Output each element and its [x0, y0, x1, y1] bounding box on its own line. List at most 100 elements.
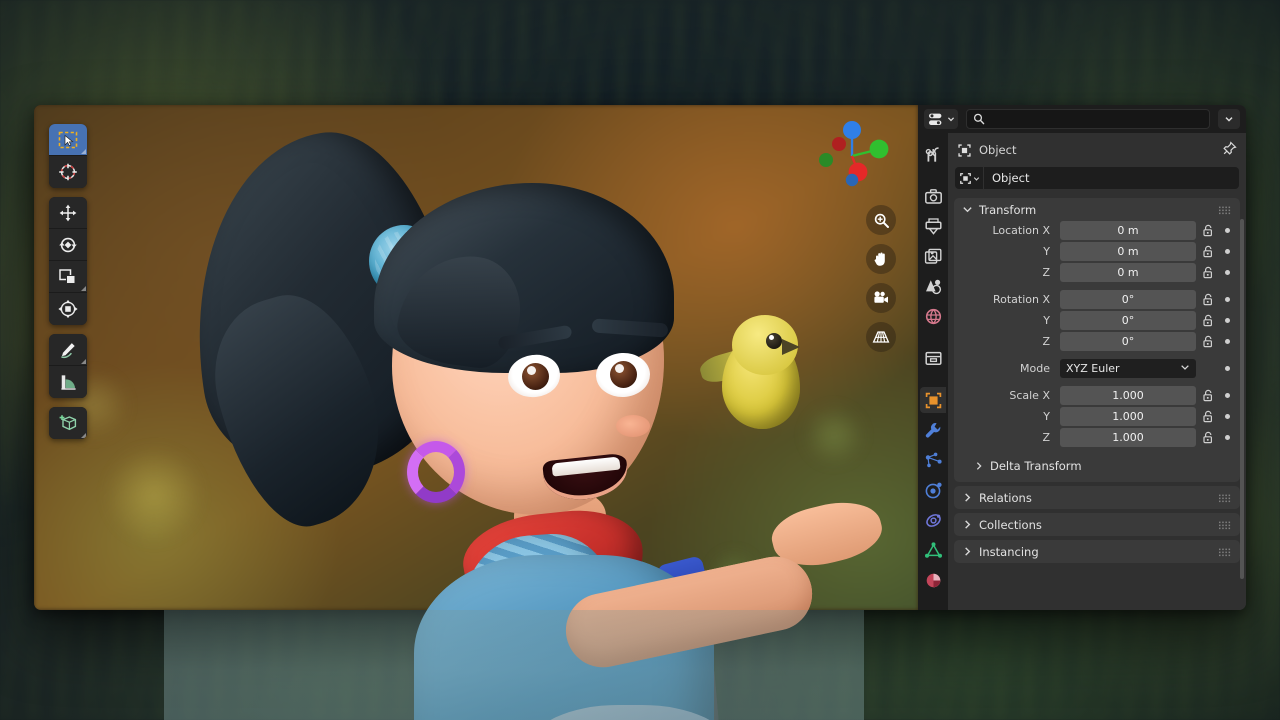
animate-location-y-button[interactable]	[1220, 249, 1234, 254]
lock-rotation-z-button[interactable]	[1200, 335, 1216, 348]
animate-location-z-button[interactable]	[1220, 270, 1234, 275]
animate-scale-x-button[interactable]	[1220, 393, 1234, 398]
scale-z-field[interactable]: 1.000	[1060, 428, 1196, 447]
panel-drag-grip[interactable]	[1219, 200, 1232, 219]
animate-rotation-z-button[interactable]	[1220, 339, 1234, 344]
pin-icon	[1223, 140, 1237, 155]
row-label: Mode	[1020, 362, 1050, 375]
animate-scale-y-button[interactable]	[1220, 414, 1234, 419]
animate-rotation-y-button[interactable]	[1220, 318, 1234, 323]
panel-relations-header[interactable]: Relations	[954, 486, 1240, 509]
tab-output[interactable]	[920, 213, 946, 239]
location-z-field[interactable]: 0 m	[1060, 263, 1196, 282]
tab-particles[interactable]	[920, 447, 946, 473]
annotate-tool[interactable]	[49, 334, 87, 366]
tab-tool[interactable]	[920, 141, 946, 167]
lock-location-x-button[interactable]	[1200, 224, 1216, 237]
grip-dots-icon	[1219, 494, 1231, 503]
tab-modifiers[interactable]	[920, 417, 946, 443]
pan-view-button[interactable]	[866, 244, 896, 274]
panel-drag-grip[interactable]	[1219, 515, 1232, 534]
row-location-x: Location X 0 m	[960, 221, 1234, 240]
tab-object-data[interactable]	[920, 537, 946, 563]
add-cube-tool[interactable]	[49, 407, 87, 439]
panel-instancing-header[interactable]: Instancing	[954, 540, 1240, 563]
panel-title: Transform	[979, 202, 1037, 217]
panel-transform-header[interactable]: Transform	[954, 198, 1240, 221]
rotation-z-field[interactable]: 0°	[1060, 332, 1196, 351]
filter-options-button[interactable]	[1218, 109, 1240, 129]
cursor-tool[interactable]	[49, 156, 87, 188]
grip-dots-icon	[1219, 206, 1231, 215]
tab-collection[interactable]	[920, 345, 946, 371]
tab-material[interactable]	[920, 567, 946, 593]
row-label: Scale X	[1009, 389, 1050, 402]
measure-tool[interactable]	[49, 366, 87, 398]
search-input[interactable]	[990, 112, 1203, 126]
lock-rotation-y-button[interactable]	[1200, 314, 1216, 327]
move-tool[interactable]	[49, 197, 87, 229]
gizmo-ball-y-pos	[869, 139, 889, 159]
unlocked-padlock-icon	[1203, 224, 1213, 237]
lock-scale-z-button[interactable]	[1200, 431, 1216, 444]
panel-collections-header[interactable]: Collections	[954, 513, 1240, 536]
location-x-field[interactable]: 0 m	[1060, 221, 1196, 240]
gizmo-ball-z-pos	[843, 121, 861, 139]
rendered-character	[164, 105, 888, 610]
tab-view-layer[interactable]	[920, 243, 946, 269]
animate-rotation-mode-button[interactable]	[1220, 366, 1234, 371]
panel-drag-grip[interactable]	[1219, 488, 1232, 507]
properties-scrollbar[interactable]	[1240, 219, 1244, 579]
navigation-gizmo[interactable]	[813, 117, 891, 195]
scale-y-field[interactable]: 1.000	[1060, 407, 1196, 426]
row-label: Rotation X	[992, 293, 1050, 306]
animate-rotation-x-button[interactable]	[1220, 297, 1234, 302]
camera-view-button[interactable]	[866, 283, 896, 313]
rotation-y-field[interactable]: 0°	[1060, 311, 1196, 330]
pin-button[interactable]	[1222, 140, 1237, 160]
object-name-field[interactable]: Object	[984, 167, 1239, 189]
tool-wrench-screwdriver-icon	[925, 146, 939, 162]
lock-scale-y-button[interactable]	[1200, 410, 1216, 423]
animate-location-x-button[interactable]	[1220, 228, 1234, 233]
tab-object-constraints[interactable]	[920, 507, 946, 533]
subpanel-delta-transform-header[interactable]: Delta Transform	[954, 455, 1240, 476]
tool-group-add	[49, 407, 87, 439]
tweak-select-box-tool[interactable]	[49, 124, 87, 156]
tab-world[interactable]	[920, 303, 946, 329]
object-id-type-button[interactable]	[955, 167, 983, 189]
cursor-3d-icon	[59, 163, 77, 181]
search-field[interactable]	[966, 109, 1210, 129]
chevron-right-icon	[965, 520, 971, 529]
rotate-tool[interactable]	[49, 229, 87, 261]
editor-type-button[interactable]	[924, 109, 958, 129]
chevron-down-icon	[1180, 362, 1190, 375]
row-label: Y	[1043, 245, 1050, 258]
animate-scale-z-button[interactable]	[1220, 435, 1234, 440]
scale-tool[interactable]	[49, 261, 87, 293]
lock-location-z-button[interactable]	[1200, 266, 1216, 279]
chevron-down-icon	[973, 176, 979, 181]
rotation-mode-dropdown[interactable]: XYZ Euler	[1060, 359, 1196, 378]
lock-location-y-button[interactable]	[1200, 245, 1216, 258]
lock-rotation-x-button[interactable]	[1200, 293, 1216, 306]
row-rotation-x: Rotation X 0°	[960, 290, 1234, 309]
measure-ruler-icon	[61, 374, 76, 390]
tab-scene[interactable]	[920, 273, 946, 299]
lock-scale-x-button[interactable]	[1200, 389, 1216, 402]
tab-object[interactable]	[920, 387, 946, 413]
3d-viewport[interactable]	[34, 105, 918, 610]
row-label: Z	[1042, 431, 1050, 444]
scale-x-field[interactable]: 1.000	[1060, 386, 1196, 405]
transform-tool[interactable]	[49, 293, 87, 325]
zoom-view-button[interactable]	[866, 205, 896, 235]
toggle-perspective-button[interactable]	[866, 322, 896, 352]
location-y-field[interactable]: 0 m	[1060, 242, 1196, 261]
tab-physics[interactable]	[920, 477, 946, 503]
transform-icon	[58, 299, 78, 319]
panel-drag-grip[interactable]	[1219, 542, 1232, 561]
unlocked-padlock-icon	[1203, 410, 1213, 423]
rotation-x-field[interactable]: 0°	[1060, 290, 1196, 309]
gizmo-ball-z-neg	[845, 173, 859, 187]
tab-render[interactable]	[920, 183, 946, 209]
